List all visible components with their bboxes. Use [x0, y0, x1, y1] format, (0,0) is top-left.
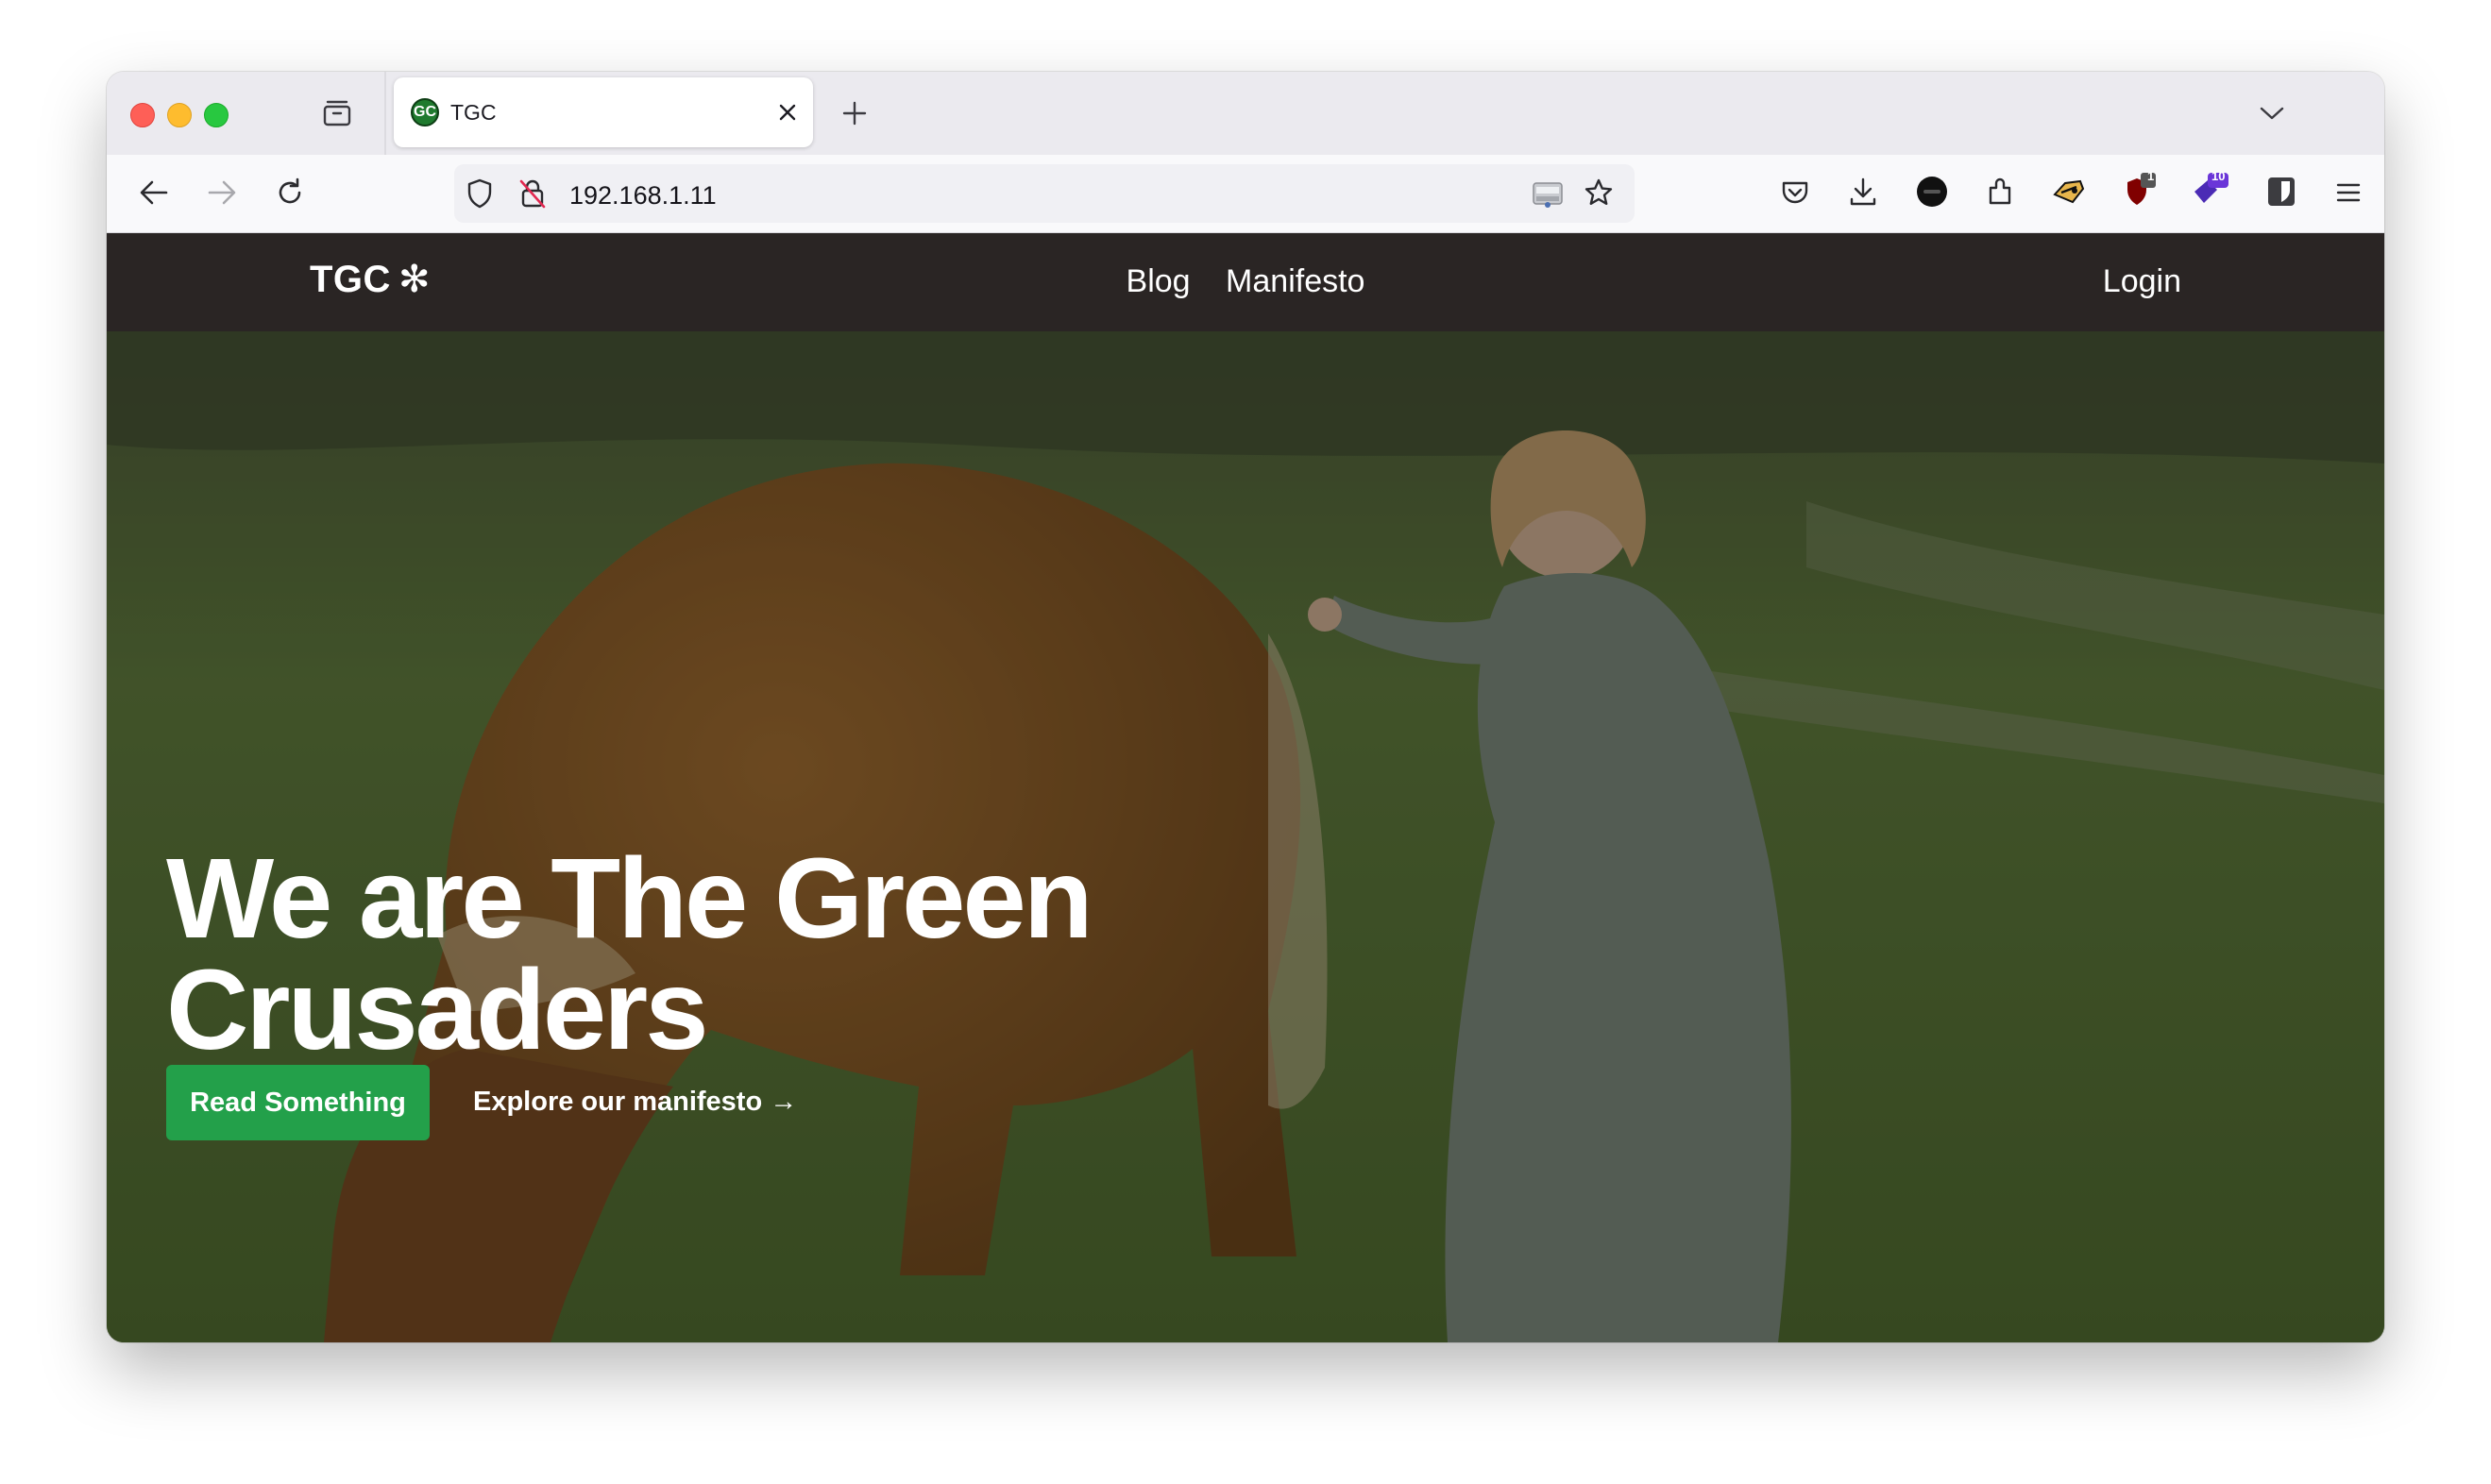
- web-page: TGC ✻ Blog Manifesto Login We are The Gr…: [107, 233, 2384, 1342]
- tab-title: TGC: [450, 100, 497, 125]
- url-bar[interactable]: 192.168.1.11: [454, 164, 1635, 223]
- site-favicon: GC: [411, 98, 439, 126]
- insecure-lock-icon[interactable]: [517, 177, 549, 210]
- url-text[interactable]: 192.168.1.11: [569, 181, 717, 211]
- explore-manifesto-label: Explore our manifesto: [473, 1087, 763, 1117]
- extensions-icon[interactable]: [1984, 174, 2018, 210]
- nav-link-manifesto[interactable]: Manifesto: [1226, 263, 1364, 299]
- forward-icon[interactable]: [203, 174, 241, 211]
- tab-manager-icon[interactable]: [320, 96, 354, 130]
- back-icon[interactable]: [135, 174, 173, 211]
- main-nav: Blog Manifesto: [107, 263, 2384, 300]
- ublock-badge: 1: [2147, 169, 2155, 183]
- read-something-button[interactable]: Read Something: [166, 1065, 430, 1140]
- extension-mask-icon[interactable]: [2050, 174, 2088, 210]
- tab-divider: [384, 72, 386, 155]
- tab-strip: GC TGC: [107, 72, 2384, 155]
- browser-window: GC TGC 192.168.1.11 1 10 TGC ✻ Blog Mani…: [107, 72, 2384, 1342]
- hero-section: We are The Green Crusaders Read Somethin…: [107, 331, 2384, 1342]
- close-tab-icon[interactable]: [775, 100, 800, 125]
- new-tab-icon[interactable]: [838, 96, 872, 130]
- site-header: TGC ✻ Blog Manifesto Login: [107, 233, 2384, 331]
- login-link[interactable]: Login: [2103, 263, 2181, 300]
- explore-manifesto-link[interactable]: Explore our manifesto →: [473, 1087, 797, 1118]
- reload-icon[interactable]: [271, 174, 309, 211]
- bookmark-star-icon[interactable]: [1582, 176, 1616, 210]
- tab-active[interactable]: GC TGC: [394, 77, 813, 147]
- navigation-toolbar: 192.168.1.11 1 10: [107, 155, 2384, 233]
- menu-icon[interactable]: [2331, 176, 2365, 210]
- extension-purple-icon[interactable]: 10: [2188, 168, 2231, 211]
- zoom-window-button[interactable]: [204, 103, 229, 127]
- pocket-icon[interactable]: [1778, 176, 1812, 210]
- tab-list-chevron-icon[interactable]: [2255, 96, 2289, 130]
- bitwarden-icon[interactable]: [2263, 174, 2299, 210]
- nav-link-blog[interactable]: Blog: [1127, 263, 1191, 299]
- shield-icon[interactable]: [464, 177, 496, 210]
- extension-purple-badge: 10: [2211, 169, 2226, 183]
- minimize-window-button[interactable]: [167, 103, 192, 127]
- hero-title: We are The Green Crusaders: [166, 834, 1093, 1074]
- reader-view-icon[interactable]: [1531, 177, 1565, 210]
- arrow-right-icon: →: [770, 1087, 798, 1117]
- ublock-icon[interactable]: 1: [2120, 168, 2160, 211]
- account-avatar-icon[interactable]: [1914, 174, 1950, 210]
- close-window-button[interactable]: [130, 103, 155, 127]
- downloads-icon[interactable]: [1846, 174, 1880, 210]
